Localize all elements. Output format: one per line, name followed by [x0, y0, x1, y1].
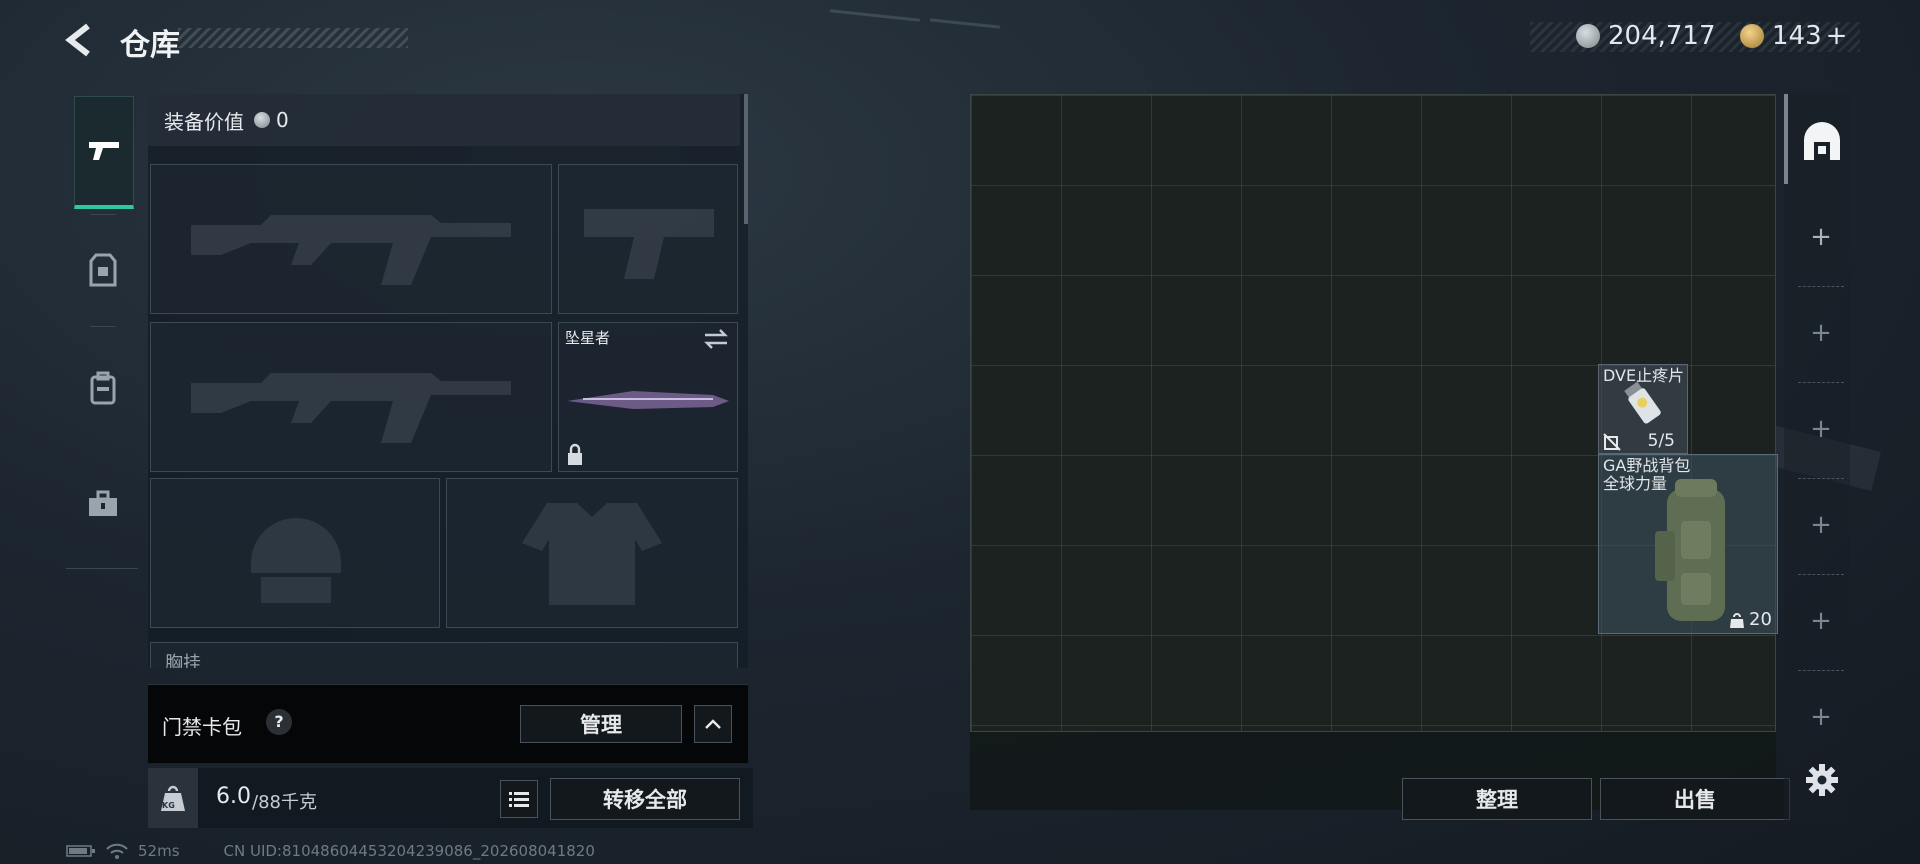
pistol-silhouette-icon — [584, 209, 714, 279]
weight-current: 6.0 — [216, 784, 251, 809]
primary-weapon-slot[interactable] — [150, 164, 552, 314]
help-icon[interactable]: ? — [266, 709, 292, 735]
helmet-slot[interactable] — [150, 478, 440, 628]
equipment-value-label: 装备价值 — [164, 109, 244, 134]
rifle-silhouette-icon — [191, 215, 511, 285]
backpack-item-icon — [1655, 479, 1725, 621]
add-stash-tab-icon[interactable]: + — [1806, 702, 1836, 732]
manage-button[interactable]: 管理 — [520, 705, 682, 743]
item-count: 5/5 — [1647, 431, 1675, 451]
back-button[interactable] — [62, 20, 102, 60]
list-view-button[interactable] — [500, 780, 538, 818]
rifle-silhouette-icon — [191, 373, 511, 443]
transfer-all-button[interactable]: 转移全部 — [550, 778, 740, 820]
no-insure-icon — [1603, 433, 1621, 451]
battery-icon — [66, 845, 95, 857]
page-title: 仓库 — [120, 28, 180, 63]
settings-button[interactable] — [1804, 762, 1840, 798]
item-name: GA野战背包 — [1603, 456, 1691, 475]
chest-rig-label: 胸挂 — [165, 653, 201, 668]
wifi-icon — [106, 843, 128, 859]
add-stash-tab-icon[interactable]: + — [1806, 510, 1836, 540]
stash-vault-icon — [1804, 122, 1840, 160]
collapse-button[interactable] — [694, 705, 732, 743]
tab-toolkit[interactable] — [74, 450, 132, 558]
silver-coin-icon — [1576, 24, 1600, 48]
stash-item-backpack[interactable]: GA野战背包 全球力量 20 — [1598, 454, 1778, 634]
weight-badge: KG — [148, 768, 198, 828]
gear-icon — [1806, 764, 1838, 796]
kg-badge: KG — [162, 801, 175, 810]
pill-bottle-icon — [1624, 381, 1661, 424]
main-stash-tab[interactable] — [1800, 120, 1844, 164]
knife-icon — [567, 391, 729, 409]
loadout-scrollbar[interactable] — [744, 94, 748, 224]
currency-primary-value: 204,717 — [1608, 21, 1716, 51]
armor-icon — [89, 253, 117, 287]
loadout-panel: 装备价值 0 坠星者 胸挂 — [148, 94, 748, 668]
secondary-weapon-slot[interactable] — [150, 322, 552, 472]
sell-button[interactable]: 出售 — [1600, 778, 1790, 820]
melee-name: 坠星者 — [565, 329, 611, 347]
sidearm-slot[interactable] — [558, 164, 738, 314]
armor-silhouette-icon — [522, 503, 662, 605]
title-decoration — [178, 28, 408, 48]
add-stash-tab-icon[interactable]: + — [1806, 318, 1836, 348]
add-currency-button[interactable]: + — [1826, 21, 1848, 51]
stash-item-painkiller[interactable]: DVE止疼片 5/5 — [1598, 364, 1688, 454]
gun-icon — [89, 142, 119, 160]
uid-text: CN UID:8104860445320423908­6_20260804182… — [223, 842, 595, 860]
toolkit-icon — [89, 490, 117, 516]
item-capacity: 20 — [1749, 609, 1772, 630]
currency-secondary[interactable]: 143 + — [1740, 16, 1847, 56]
currency-primary: 204,717 — [1576, 16, 1716, 56]
tab-armor[interactable] — [74, 216, 132, 324]
access-card-bar: 门禁卡包 ? 管理 — [148, 684, 748, 763]
tab-backpack[interactable] — [74, 334, 132, 442]
add-stash-tab-icon[interactable]: + — [1806, 222, 1836, 252]
weight-max: /88千克 — [252, 792, 317, 813]
add-stash-tab-icon[interactable]: + — [1806, 414, 1836, 444]
weight-bar: KG 6.0 /88千克 转移全部 — [148, 768, 753, 828]
back-arrow-icon — [65, 23, 90, 57]
equipment-value: 0 — [276, 108, 289, 132]
body-armor-slot[interactable] — [446, 478, 738, 628]
backpack-icon — [90, 371, 116, 405]
chevron-up-icon — [705, 719, 721, 729]
equipment-value-row: 装备价值 0 — [148, 94, 740, 146]
silver-coin-icon — [254, 112, 270, 128]
swap-icon[interactable] — [703, 329, 729, 349]
list-icon — [509, 792, 529, 807]
access-card-label: 门禁卡包 — [162, 715, 242, 739]
sort-button[interactable]: 整理 — [1402, 778, 1592, 820]
lock-icon — [568, 443, 582, 465]
stash-tabs-scrollbar[interactable] — [1784, 94, 1788, 184]
helmet-silhouette-icon — [251, 518, 341, 603]
gold-coin-icon — [1740, 24, 1764, 48]
capacity-icon — [1730, 613, 1744, 628]
ping-value: 52ms — [138, 842, 180, 860]
melee-slot[interactable]: 坠星者 — [558, 322, 738, 472]
currency-secondary-value: 143 — [1772, 21, 1822, 51]
add-stash-tab-icon[interactable]: + — [1806, 606, 1836, 636]
status-bar: 52ms CN UID:8104860445320423908­6_202608… — [66, 842, 595, 860]
chest-rig-slot[interactable]: 胸挂 — [150, 642, 738, 668]
tab-weapons[interactable] — [74, 96, 134, 209]
